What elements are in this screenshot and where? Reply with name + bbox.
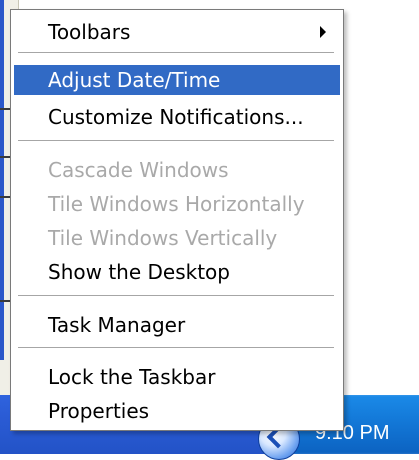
menu-item-lock-taskbar[interactable]: Lock the Taskbar: [14, 362, 340, 392]
menu-item-customize-notifications[interactable]: Customize Notifications...: [14, 102, 340, 132]
menu-item-label: Tile Windows Horizontally: [48, 192, 305, 216]
menu-item-label: Cascade Windows: [48, 158, 229, 182]
menu-item-toolbars[interactable]: Toolbars: [14, 17, 340, 47]
menu-item-label: Adjust Date/Time: [48, 68, 221, 92]
menu-item-label: Toolbars: [48, 20, 131, 44]
menu-item-show-desktop[interactable]: Show the Desktop: [14, 257, 340, 287]
menu-separator: [18, 52, 334, 53]
menu-separator: [18, 347, 334, 348]
taskbar-context-menu: Toolbars Adjust Date/Time Customize Noti…: [10, 9, 344, 431]
menu-item-label: Lock the Taskbar: [48, 365, 216, 389]
menu-item-label: Task Manager: [48, 313, 186, 337]
menu-item-cascade-windows: Cascade Windows: [14, 155, 340, 185]
menu-item-task-manager[interactable]: Task Manager: [14, 310, 340, 340]
menu-item-tile-horizontally: Tile Windows Horizontally: [14, 189, 340, 219]
menu-item-label: Tile Windows Vertically: [48, 226, 278, 250]
window-border: [0, 0, 4, 360]
menu-item-tile-vertically: Tile Windows Vertically: [14, 223, 340, 253]
menu-item-label: Properties: [48, 399, 150, 423]
menu-separator: [18, 295, 334, 296]
menu-separator: [18, 140, 334, 141]
menu-item-label: Show the Desktop: [48, 260, 230, 284]
submenu-arrow-icon: [320, 26, 326, 38]
menu-item-adjust-date-time[interactable]: Adjust Date/Time: [14, 65, 340, 95]
menu-item-label: Customize Notifications...: [48, 105, 304, 129]
menu-item-properties[interactable]: Properties: [14, 396, 340, 426]
